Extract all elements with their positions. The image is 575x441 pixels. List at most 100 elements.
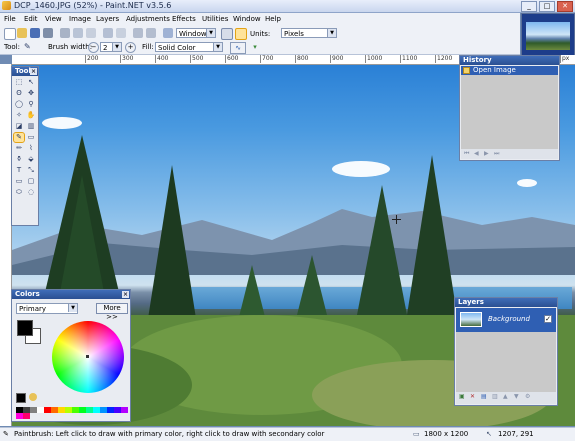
palette-swatch[interactable] bbox=[44, 407, 51, 413]
image-tab-thumbnail[interactable] bbox=[521, 13, 575, 56]
palette-swatch[interactable] bbox=[86, 407, 93, 413]
save-icon[interactable] bbox=[30, 28, 40, 38]
recolor-tool-icon[interactable]: ⬙ bbox=[26, 155, 36, 164]
copy-icon[interactable] bbox=[73, 28, 83, 38]
palette-swatch[interactable] bbox=[37, 407, 44, 413]
default-colors-icon[interactable] bbox=[16, 393, 26, 403]
rulers-icon[interactable] bbox=[235, 28, 247, 40]
menu-effects[interactable]: Effects bbox=[172, 15, 196, 23]
color-picker-tool-icon[interactable]: ⌇ bbox=[26, 144, 36, 153]
menu-image[interactable]: Image bbox=[69, 15, 91, 23]
pan-tool-icon[interactable]: ✋ bbox=[26, 111, 36, 120]
layer-visibility-checkbox[interactable]: ✓ bbox=[544, 315, 552, 323]
open-folder-icon[interactable] bbox=[17, 28, 27, 38]
gradient-tool-icon[interactable]: ▥ bbox=[26, 122, 36, 131]
undo-icon[interactable] bbox=[133, 28, 143, 38]
color-palette[interactable] bbox=[16, 407, 128, 419]
eraser-tool-icon[interactable]: ▭ bbox=[26, 133, 36, 142]
close-button[interactable]: ✕ bbox=[557, 1, 573, 12]
freeform-shape-tool-icon[interactable]: ◌ bbox=[26, 188, 36, 197]
increase-width-icon[interactable]: + bbox=[125, 42, 136, 53]
rectangle-select-tool-icon[interactable]: ⬚ bbox=[14, 78, 24, 87]
palette-swatch[interactable] bbox=[79, 407, 86, 413]
palette-menu-icon[interactable] bbox=[29, 393, 37, 401]
fill-select[interactable]: Solid Color ▼ bbox=[155, 42, 223, 52]
crop-icon[interactable] bbox=[103, 28, 113, 38]
rewind-icon[interactable]: ⏮ bbox=[464, 151, 471, 157]
palette-swatch[interactable] bbox=[100, 407, 107, 413]
add-layer-icon[interactable]: ▣ bbox=[459, 394, 466, 400]
history-item[interactable]: Open Image bbox=[461, 66, 558, 75]
image-thumbnail bbox=[526, 22, 570, 50]
close-icon[interactable]: × bbox=[30, 68, 37, 75]
blend-mode-icon[interactable]: ▾ bbox=[248, 42, 262, 52]
move-layer-down-icon[interactable]: ▼ bbox=[514, 394, 521, 400]
palette-swatch[interactable] bbox=[93, 407, 100, 413]
paintbrush-tool-icon[interactable]: ✎ bbox=[24, 42, 34, 52]
ellipse-select-tool-icon[interactable]: ◯ bbox=[14, 100, 24, 109]
menu-utilities[interactable]: Utilities bbox=[202, 15, 228, 23]
zoom-icon[interactable] bbox=[163, 28, 173, 38]
deselect-icon[interactable] bbox=[116, 28, 126, 38]
lasso-select-tool-icon[interactable]: ʘ bbox=[14, 89, 24, 98]
merge-layer-icon[interactable]: ▥ bbox=[492, 394, 499, 400]
pencil-tool-icon[interactable]: ✏ bbox=[14, 144, 24, 153]
paste-icon[interactable] bbox=[86, 28, 96, 38]
layer-row[interactable]: Background ✓ bbox=[456, 308, 556, 332]
maximize-button[interactable]: □ bbox=[539, 1, 555, 12]
rectangle-tool-icon[interactable]: ▭ bbox=[14, 177, 24, 186]
magic-wand-tool-icon[interactable]: ✧ bbox=[14, 111, 24, 120]
antialiasing-icon[interactable]: ∿ bbox=[230, 42, 246, 54]
palette-swatch[interactable] bbox=[58, 407, 65, 413]
move-selection-tool-icon[interactable]: ↖ bbox=[26, 78, 36, 87]
delete-layer-icon[interactable]: ✕ bbox=[470, 394, 477, 400]
duplicate-layer-icon[interactable]: ▤ bbox=[481, 394, 488, 400]
palette-swatch[interactable] bbox=[51, 407, 58, 413]
decrease-width-icon[interactable]: − bbox=[88, 42, 99, 53]
color-mode-select[interactable]: Primary ▼ bbox=[16, 303, 78, 314]
menu-edit[interactable]: Edit bbox=[24, 15, 38, 23]
new-file-icon[interactable] bbox=[4, 28, 16, 40]
line-curve-tool-icon[interactable]: ⤡ bbox=[26, 166, 36, 175]
print-icon[interactable] bbox=[43, 28, 53, 38]
close-icon[interactable]: × bbox=[122, 291, 129, 298]
primary-color-swatch[interactable] bbox=[17, 320, 33, 336]
more-button[interactable]: More >> bbox=[96, 303, 128, 321]
menu-layers[interactable]: Layers bbox=[96, 15, 119, 23]
ruler-label: 500 bbox=[190, 55, 204, 63]
redo-icon[interactable]: ▶ bbox=[484, 151, 491, 157]
grid-icon[interactable] bbox=[221, 28, 233, 40]
paint-bucket-tool-icon[interactable]: ◪ bbox=[14, 122, 24, 131]
palette-swatch[interactable] bbox=[65, 407, 72, 413]
menu-file[interactable]: File bbox=[4, 15, 16, 23]
clone-stamp-tool-icon[interactable]: ⚱ bbox=[14, 155, 24, 164]
ellipse-tool-icon[interactable]: ⬭ bbox=[14, 188, 24, 197]
palette-swatch[interactable] bbox=[23, 413, 30, 419]
units-select[interactable]: Pixels ▼ bbox=[281, 28, 337, 38]
text-tool-icon[interactable]: T bbox=[14, 166, 24, 175]
menu-adjustments[interactable]: Adjustments bbox=[126, 15, 170, 23]
undo-icon[interactable]: ◀ bbox=[474, 151, 481, 157]
fast-forward-icon[interactable]: ⏭ bbox=[494, 151, 501, 157]
menu-view[interactable]: View bbox=[45, 15, 62, 23]
palette-swatch[interactable] bbox=[16, 413, 23, 419]
minimize-button[interactable]: _ bbox=[521, 1, 537, 12]
rounded-rectangle-tool-icon[interactable]: ▢ bbox=[26, 177, 36, 186]
move-layer-up-icon[interactable]: ▲ bbox=[503, 394, 510, 400]
menu-help[interactable]: Help bbox=[265, 15, 281, 23]
layer-properties-icon[interactable]: ⚙ bbox=[525, 394, 532, 400]
menu-window[interactable]: Window bbox=[233, 15, 261, 23]
palette-swatch[interactable] bbox=[121, 407, 128, 413]
zoom-tool-icon[interactable]: ⚲ bbox=[26, 100, 36, 109]
palette-swatch[interactable] bbox=[114, 407, 121, 413]
cut-icon[interactable] bbox=[60, 28, 70, 38]
paintbrush-tool-icon[interactable]: ✎ bbox=[13, 132, 25, 143]
brush-width-input[interactable]: 2 ▼ bbox=[100, 42, 122, 52]
redo-icon[interactable] bbox=[146, 28, 156, 38]
palette-swatch[interactable] bbox=[72, 407, 79, 413]
move-selected-tool-icon[interactable]: ✥ bbox=[26, 89, 36, 98]
layer-thumbnail bbox=[460, 312, 482, 327]
palette-swatch[interactable] bbox=[30, 407, 37, 413]
palette-swatch[interactable] bbox=[107, 407, 114, 413]
window-select[interactable]: Window ▼ bbox=[176, 28, 216, 38]
